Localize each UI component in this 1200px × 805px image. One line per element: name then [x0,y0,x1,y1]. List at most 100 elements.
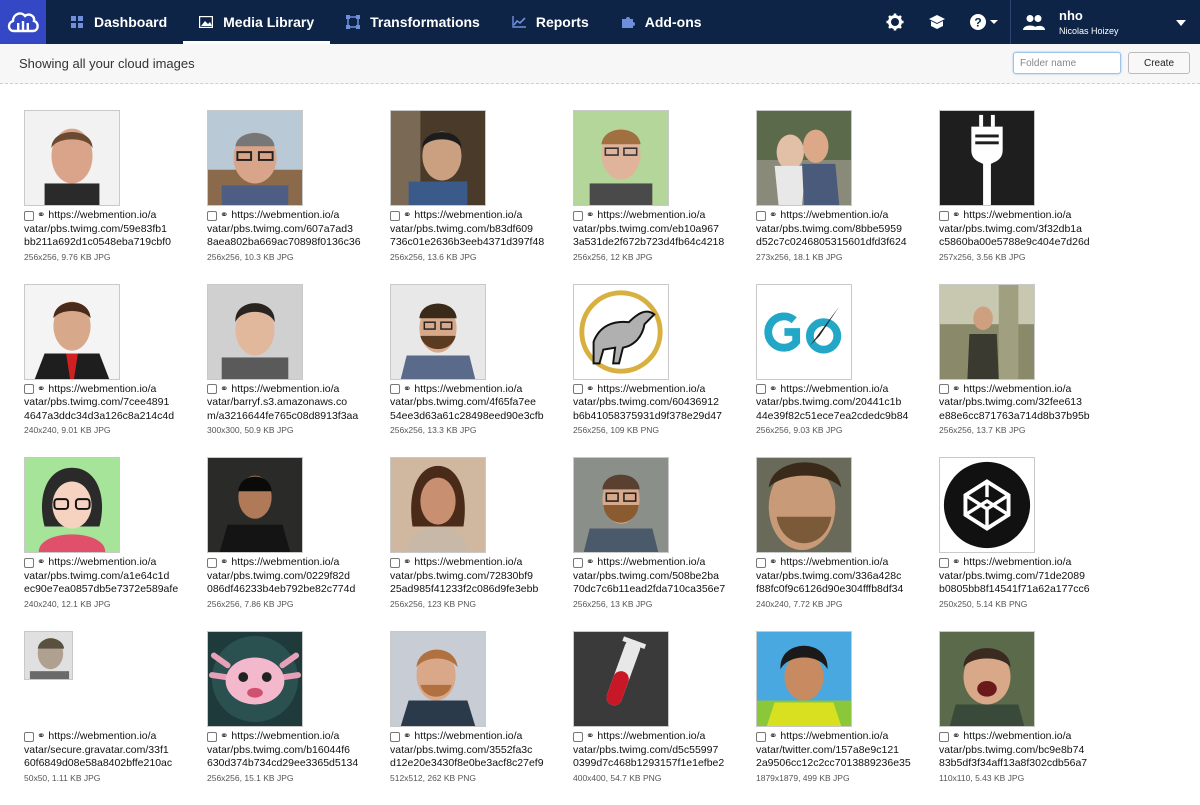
image-thumbnail[interactable] [756,110,852,206]
image-thumbnail[interactable] [390,457,486,554]
select-checkbox[interactable] [24,558,34,569]
image-thumbnail[interactable] [939,631,1035,728]
link-icon[interactable]: ⚭ [586,383,594,397]
create-folder-button[interactable]: Create [1128,52,1190,74]
select-checkbox[interactable] [390,558,400,569]
nav-transformations[interactable]: Transformations [330,0,496,44]
select-checkbox[interactable] [939,731,949,742]
link-icon[interactable]: ⚭ [37,556,45,570]
settings-gear-icon[interactable] [874,0,916,44]
image-card[interactable]: ⚭ https://webmention.io/a vatar/pbs.twimg.… [573,457,756,631]
image-thumbnail[interactable] [390,631,486,728]
image-thumbnail[interactable] [573,631,669,728]
image-card[interactable]: ⚭ https://webmention.io/a vatar/pbs.twimg.… [573,631,756,805]
link-icon[interactable]: ⚭ [952,730,960,744]
image-thumbnail[interactable] [939,110,1035,206]
image-card[interactable]: ⚭ https://webmention.io/a vatar/pbs.twimg.… [207,631,390,805]
image-thumbnail[interactable] [390,283,486,380]
image-thumbnail[interactable] [24,283,120,380]
image-thumbnail[interactable] [24,457,120,554]
image-card[interactable]: ⚭ https://webmention.io/a vatar/pbs.twimg.… [207,457,390,631]
link-icon[interactable]: ⚭ [37,383,45,397]
select-checkbox[interactable] [390,210,400,221]
link-icon[interactable]: ⚭ [403,556,411,570]
link-icon[interactable]: ⚭ [220,383,228,397]
image-thumbnail[interactable] [756,457,852,554]
image-thumbnail[interactable] [24,631,73,681]
link-icon[interactable]: ⚭ [403,730,411,744]
link-icon[interactable]: ⚭ [586,556,594,570]
image-card[interactable]: ⚭ https://webmention.io/a vatar/pbs.twimg.… [573,110,756,284]
image-card[interactable]: ⚭ https://webmention.io/a vatar/barryf.s3.… [207,283,390,458]
select-checkbox[interactable] [756,384,766,395]
image-thumbnail[interactable] [207,283,303,380]
select-checkbox[interactable] [207,558,217,569]
link-icon[interactable]: ⚭ [952,209,960,223]
image-thumbnail[interactable] [573,110,669,206]
link-icon[interactable]: ⚭ [220,209,228,223]
image-thumbnail[interactable] [573,457,669,554]
select-checkbox[interactable] [24,210,34,221]
image-thumbnail[interactable] [207,457,303,554]
nav-reports[interactable]: Reports [496,0,605,44]
link-icon[interactable]: ⚭ [403,209,411,223]
select-checkbox[interactable] [207,210,217,221]
link-icon[interactable]: ⚭ [586,730,594,744]
select-checkbox[interactable] [573,731,583,742]
user-menu[interactable]: nho Nicolas Hoizey [1010,0,1200,44]
link-icon[interactable]: ⚭ [403,383,411,397]
image-thumbnail[interactable] [207,110,303,206]
image-card[interactable]: ⚭ https://webmention.io/a vatar/secure.gra… [24,631,207,805]
select-checkbox[interactable] [756,731,766,742]
image-thumbnail[interactable] [756,283,852,380]
image-thumbnail[interactable] [756,631,852,728]
image-card[interactable]: ⚭ https://webmention.io/a vatar/pbs.twimg.… [24,283,207,458]
select-checkbox[interactable] [756,558,766,569]
image-card[interactable]: ⚭ https://webmention.io/a vatar/pbs.twimg.… [756,110,939,284]
help-menu[interactable]: ? [958,0,1010,44]
link-icon[interactable]: ⚭ [769,556,777,570]
nav-media-library[interactable]: Media Library [183,0,331,44]
select-checkbox[interactable] [573,210,583,221]
select-checkbox[interactable] [207,731,217,742]
image-card[interactable]: ⚭ https://webmention.io/a vatar/pbs.twimg.… [573,283,756,458]
folder-name-input[interactable] [1013,52,1121,74]
select-checkbox[interactable] [390,384,400,395]
image-card[interactable]: ⚭ https://webmention.io/a vatar/pbs.twimg.… [939,457,1122,631]
image-thumbnail[interactable] [939,283,1035,380]
select-checkbox[interactable] [573,384,583,395]
nav-dashboard[interactable]: Dashboard [54,0,183,44]
image-thumbnail[interactable] [939,457,1035,554]
select-checkbox[interactable] [573,558,583,569]
link-icon[interactable]: ⚭ [37,209,45,223]
image-card[interactable]: ⚭ https://webmention.io/a vatar/twitter.co… [756,631,939,805]
image-card[interactable]: ⚭ https://webmention.io/a vatar/pbs.twimg.… [390,283,573,458]
link-icon[interactable]: ⚭ [952,383,960,397]
link-icon[interactable]: ⚭ [37,730,45,744]
image-card[interactable]: ⚭ https://webmention.io/a vatar/pbs.twimg.… [756,457,939,631]
cloudinary-logo-icon[interactable] [0,0,46,44]
select-checkbox[interactable] [939,384,949,395]
image-card[interactable]: ⚭ https://webmention.io/a vatar/pbs.twimg.… [390,631,573,805]
image-card[interactable]: ⚭ https://webmention.io/a vatar/pbs.twimg.… [939,283,1122,458]
link-icon[interactable]: ⚭ [769,209,777,223]
link-icon[interactable]: ⚭ [769,383,777,397]
image-card[interactable]: ⚭ https://webmention.io/a vatar/pbs.twimg.… [24,110,207,284]
image-card[interactable]: ⚭ https://webmention.io/a vatar/pbs.twimg.… [390,457,573,631]
image-thumbnail[interactable] [207,631,303,728]
academy-cap-icon[interactable] [916,0,958,44]
image-card[interactable]: ⚭ https://webmention.io/a vatar/pbs.twimg.… [756,283,939,458]
link-icon[interactable]: ⚭ [769,730,777,744]
image-thumbnail[interactable] [573,283,669,380]
link-icon[interactable]: ⚭ [220,556,228,570]
select-checkbox[interactable] [390,731,400,742]
select-checkbox[interactable] [939,558,949,569]
image-card[interactable]: ⚭ https://webmention.io/a vatar/pbs.twimg.… [207,110,390,284]
select-checkbox[interactable] [24,731,34,742]
image-thumbnail[interactable] [390,110,486,206]
image-thumbnail[interactable] [24,110,120,206]
link-icon[interactable]: ⚭ [220,730,228,744]
link-icon[interactable]: ⚭ [586,209,594,223]
image-card[interactable]: ⚭ https://webmention.io/a vatar/pbs.twimg.… [939,110,1122,284]
select-checkbox[interactable] [756,210,766,221]
